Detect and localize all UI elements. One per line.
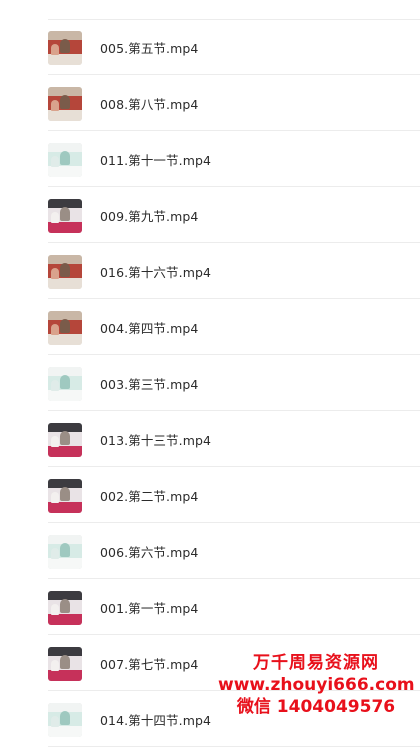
video-thumbnail-icon bbox=[48, 591, 82, 625]
file-row[interactable]: 003.第三节.mp4 bbox=[0, 355, 420, 411]
watermark-contact: 微信 1404049576 bbox=[236, 697, 396, 717]
file-row[interactable]: 001.第一节.mp4 bbox=[0, 579, 420, 635]
video-thumbnail-icon bbox=[48, 31, 82, 65]
file-name: 011.第十一节.mp4 bbox=[100, 153, 212, 168]
file-row[interactable]: 013.第十三节.mp4 bbox=[0, 411, 420, 467]
watermark-title: 万千周易资源网 bbox=[253, 653, 379, 673]
file-row[interactable]: 004.第四节.mp4 bbox=[0, 299, 420, 355]
video-thumbnail-icon bbox=[48, 87, 82, 121]
file-row[interactable]: 009.第九节.mp4 bbox=[0, 187, 420, 243]
video-thumbnail-icon bbox=[48, 479, 82, 513]
file-name: 016.第十六节.mp4 bbox=[100, 265, 212, 280]
watermark: 万千周易资源网 www.zhouyi666.com 微信 1404049576 bbox=[218, 652, 415, 718]
file-name: 008.第八节.mp4 bbox=[100, 97, 199, 112]
file-name: 013.第十三节.mp4 bbox=[100, 433, 212, 448]
file-name: 007.第七节.mp4 bbox=[100, 657, 199, 672]
video-thumbnail-icon bbox=[48, 647, 82, 681]
file-row[interactable]: 006.第六节.mp4 bbox=[0, 523, 420, 579]
file-name: 004.第四节.mp4 bbox=[100, 321, 199, 336]
video-thumbnail-icon bbox=[48, 423, 82, 457]
video-thumbnail-icon bbox=[48, 199, 82, 233]
file-name: 002.第二节.mp4 bbox=[100, 489, 199, 504]
file-row[interactable]: 002.第二节.mp4 bbox=[0, 467, 420, 523]
watermark-url: www.zhouyi666.com bbox=[218, 675, 415, 695]
file-name: 014.第十四节.mp4 bbox=[100, 713, 212, 728]
file-name: 005.第五节.mp4 bbox=[100, 41, 199, 56]
video-thumbnail-icon bbox=[48, 255, 82, 289]
video-thumbnail-icon bbox=[48, 703, 82, 737]
file-row[interactable]: 005.第五节.mp4 bbox=[0, 19, 420, 75]
file-row[interactable]: 016.第十六节.mp4 bbox=[0, 243, 420, 299]
file-name: 009.第九节.mp4 bbox=[100, 209, 199, 224]
video-thumbnail-icon bbox=[48, 367, 82, 401]
file-row[interactable]: 008.第八节.mp4 bbox=[0, 75, 420, 131]
file-row[interactable]: 011.第十一节.mp4 bbox=[0, 131, 420, 187]
video-thumbnail-icon bbox=[48, 311, 82, 345]
file-name: 003.第三节.mp4 bbox=[100, 377, 199, 392]
file-name: 001.第一节.mp4 bbox=[100, 601, 199, 616]
video-thumbnail-icon bbox=[48, 535, 82, 569]
file-name: 006.第六节.mp4 bbox=[100, 545, 199, 560]
video-thumbnail-icon bbox=[48, 143, 82, 177]
